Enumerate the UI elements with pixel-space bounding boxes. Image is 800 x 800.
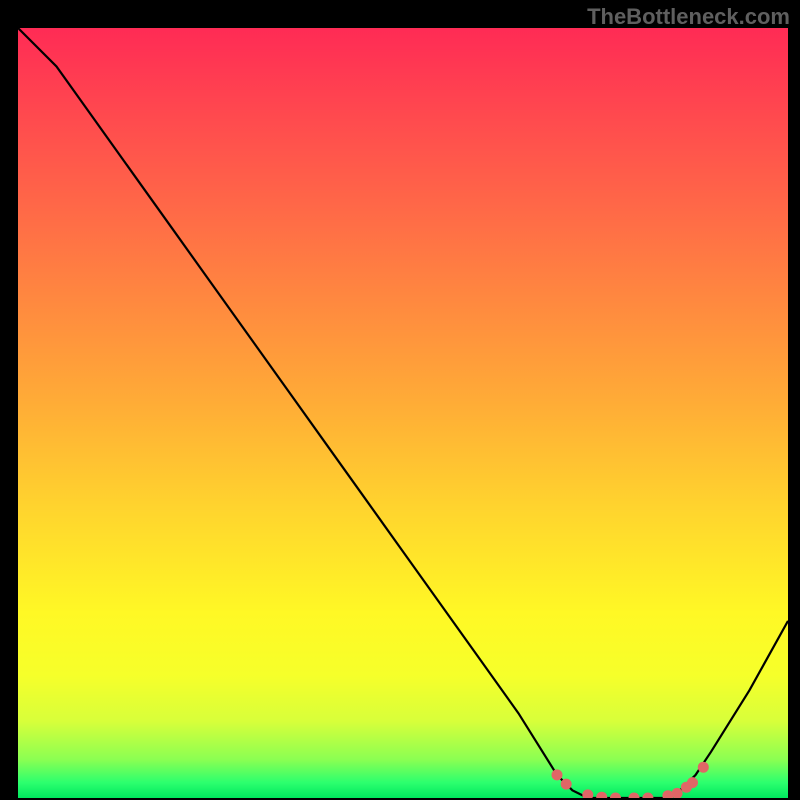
curve-path (18, 28, 788, 798)
chart-svg (18, 28, 788, 798)
marker-dot (642, 793, 653, 799)
marker-dot (610, 793, 621, 799)
marker-dot (582, 789, 593, 798)
marker-dot (698, 762, 709, 773)
marker-dot (629, 793, 640, 799)
chart-container: TheBottleneck.com (0, 0, 800, 800)
plot-area (18, 28, 788, 798)
marker-dot (687, 777, 698, 788)
marker-dot (561, 779, 572, 790)
watermark-text: TheBottleneck.com (587, 4, 790, 30)
marker-dot (552, 769, 563, 780)
marker-dot (596, 792, 607, 798)
